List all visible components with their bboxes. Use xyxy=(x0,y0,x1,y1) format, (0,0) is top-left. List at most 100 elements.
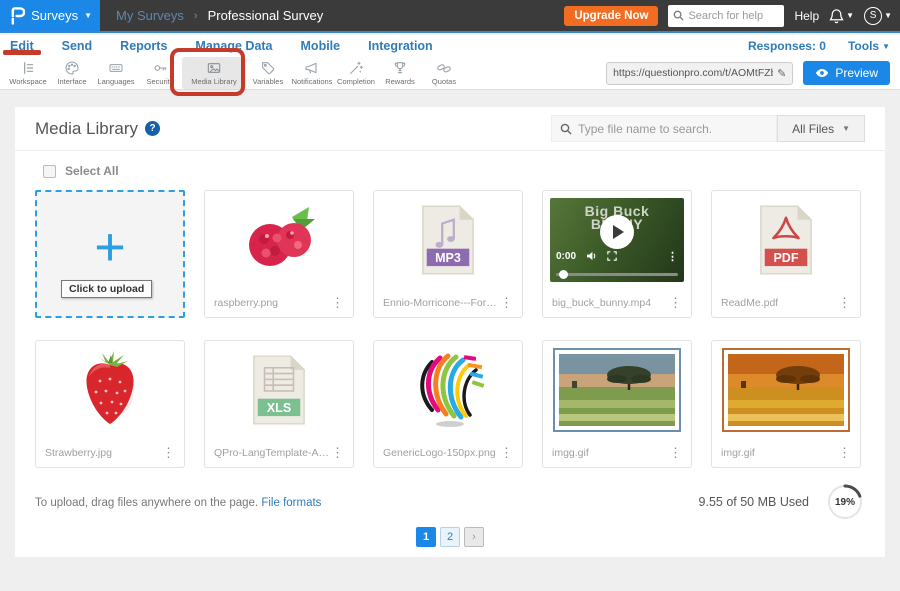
card-footer: imgr.gif ⋮ xyxy=(712,438,860,467)
select-all-checkbox[interactable] xyxy=(43,165,56,178)
card-footer: Ennio-Morricone---For-A-... ⋮ xyxy=(374,288,522,317)
upgrade-now-button[interactable]: Upgrade Now xyxy=(564,6,658,26)
help-question-icon[interactable]: ? xyxy=(145,121,160,136)
video-thumbnail[interactable]: Big Buck BUNNY 0:00 ⋮ xyxy=(550,198,684,282)
kebab-menu-icon[interactable]: ⋮ xyxy=(669,296,682,309)
toolbar-security[interactable]: Security xyxy=(138,57,182,89)
file-formats-link[interactable]: File formats xyxy=(261,497,321,509)
library-controls: All Files ▼ xyxy=(551,115,865,142)
card-footer: GenericLogo-150px.png ⋮ xyxy=(374,438,522,467)
toolbar-completion[interactable]: Completion xyxy=(334,57,378,89)
media-card-pdf[interactable]: PDF ReadMe.pdf ⋮ xyxy=(711,190,861,318)
tab-manage-data[interactable]: Manage Data xyxy=(195,39,272,53)
file-name: raspberry.png xyxy=(214,297,278,309)
media-card-strawberry[interactable]: Strawberry.jpg ⋮ xyxy=(35,340,185,468)
palette-icon xyxy=(64,60,80,76)
surveys-product-menu[interactable]: Surveys ▼ xyxy=(0,0,100,31)
file-name: imgr.gif xyxy=(721,447,755,459)
svg-text:PDF: PDF xyxy=(773,251,798,265)
media-card-video[interactable]: Big Buck BUNNY 0:00 ⋮ xyxy=(542,190,692,318)
kebab-menu-icon[interactable]: ⋮ xyxy=(331,296,344,309)
kebab-menu-icon[interactable]: ⋮ xyxy=(838,296,851,309)
kebab-menu-icon[interactable]: ⋮ xyxy=(162,446,175,459)
play-button[interactable] xyxy=(600,215,634,249)
fullscreen-icon[interactable] xyxy=(607,251,617,261)
thumbnail-imgg-landscape xyxy=(543,341,691,438)
toolbar-media-library[interactable]: Media Library xyxy=(182,57,246,89)
breadcrumb-my-surveys[interactable]: My Surveys xyxy=(116,8,184,23)
account-menu[interactable]: S ▼ xyxy=(864,7,892,25)
notifications-bell[interactable]: ▼ xyxy=(829,8,854,24)
kebab-menu-icon[interactable]: ⋮ xyxy=(838,446,851,459)
media-card-raspberry[interactable]: raspberry.png ⋮ xyxy=(204,190,354,318)
media-library-header: Media Library ? All Files ▼ xyxy=(15,107,885,151)
page-title: Media Library xyxy=(35,119,138,139)
tab-mobile[interactable]: Mobile xyxy=(301,39,341,53)
surveys-menu-label: Surveys xyxy=(31,8,78,23)
tab-send[interactable]: Send xyxy=(62,39,93,53)
file-search-input[interactable] xyxy=(578,122,758,136)
toolbar-interface[interactable]: Interface xyxy=(50,57,94,89)
media-library-icon xyxy=(206,60,222,76)
card-footer: imgg.gif ⋮ xyxy=(543,438,691,467)
preview-button[interactable]: Preview xyxy=(803,61,890,85)
chevron-down-icon: ▼ xyxy=(842,124,850,133)
help-search-input[interactable] xyxy=(688,10,778,22)
page-1-button[interactable]: 1 xyxy=(416,527,436,547)
thumbnail-xls-file: XLS xyxy=(205,341,353,438)
chevron-down-icon: ▼ xyxy=(884,11,892,20)
workspace-icon xyxy=(20,60,36,76)
edit-toolbar: Workspace Interface Languages Security M… xyxy=(0,57,900,90)
page-2-button[interactable]: 2 xyxy=(440,527,460,547)
video-controls: 0:00 ⋮ xyxy=(556,250,678,263)
media-library-panel: Media Library ? All Files ▼ Select All xyxy=(15,107,885,557)
toolbar-rewards[interactable]: Rewards xyxy=(378,57,422,89)
media-card-xls[interactable]: XLS QPro-LangTemplate-April... ⋮ xyxy=(204,340,354,468)
storage-used-text: 9.55 of 50 MB Used xyxy=(699,495,809,509)
help-link[interactable]: Help xyxy=(794,9,819,23)
media-card-imgr[interactable]: imgr.gif ⋮ xyxy=(711,340,861,468)
speaker-icon[interactable] xyxy=(586,251,597,261)
survey-url-box[interactable]: ✎ xyxy=(606,62,793,85)
tab-integration[interactable]: Integration xyxy=(368,39,433,53)
pagination: 1 2 › xyxy=(15,527,885,547)
header-actions: Upgrade Now Help ▼ S ▼ xyxy=(564,5,900,27)
kebab-menu-icon[interactable]: ⋮ xyxy=(500,296,513,309)
select-all-label: Select All xyxy=(65,164,119,178)
next-page-button[interactable]: › xyxy=(464,527,484,547)
video-progress-bar[interactable] xyxy=(556,273,678,276)
toolbar-languages[interactable]: Languages xyxy=(94,57,138,89)
all-files-filter[interactable]: All Files ▼ xyxy=(777,115,865,142)
toolbar-workspace[interactable]: Workspace xyxy=(6,57,50,89)
kebab-menu-icon[interactable]: ⋮ xyxy=(331,446,344,459)
breadcrumb-current-survey: Professional Survey xyxy=(208,8,324,23)
play-icon xyxy=(613,225,624,239)
toolbar-quotas[interactable]: Quotas xyxy=(422,57,466,89)
subnav-right: Responses: 0 Tools▼ xyxy=(748,39,890,53)
media-card-logo[interactable]: GenericLogo-150px.png ⋮ xyxy=(373,340,523,468)
upload-note: To upload, drag files anywhere on the pa… xyxy=(35,497,321,509)
tab-reports[interactable]: Reports xyxy=(120,39,167,53)
card-footer: ReadMe.pdf ⋮ xyxy=(712,288,860,317)
tools-menu[interactable]: Tools▼ xyxy=(848,39,890,53)
video-kebab-icon[interactable]: ⋮ xyxy=(667,250,678,263)
thumbnail-mp3-file: MP3 xyxy=(374,191,522,288)
plus-icon: + xyxy=(94,227,126,267)
toolbar-variables[interactable]: Variables xyxy=(246,57,290,89)
upload-tile[interactable]: + Click to upload xyxy=(35,190,185,318)
kebab-menu-icon[interactable]: ⋮ xyxy=(500,446,513,459)
file-search-box[interactable] xyxy=(551,115,777,142)
toolbar-notifications[interactable]: Notifications xyxy=(290,57,334,89)
upload-tooltip: Click to upload xyxy=(61,280,152,298)
responses-count[interactable]: Responses: 0 xyxy=(748,39,826,53)
survey-url-input[interactable] xyxy=(613,67,773,79)
media-card-imgg[interactable]: imgg.gif ⋮ xyxy=(542,340,692,468)
video-progress-handle[interactable] xyxy=(559,270,568,279)
media-card-mp3[interactable]: MP3 Ennio-Morricone---For-A-... ⋮ xyxy=(373,190,523,318)
help-search-box[interactable] xyxy=(668,5,784,27)
keyboard-icon xyxy=(108,60,124,76)
share-group: ✎ Preview xyxy=(606,61,894,85)
survey-tabs-nav: Edit Send Reports Manage Data Mobile Int… xyxy=(0,35,900,57)
kebab-menu-icon[interactable]: ⋮ xyxy=(669,446,682,459)
edit-url-pencil-icon[interactable]: ✎ xyxy=(777,67,786,80)
